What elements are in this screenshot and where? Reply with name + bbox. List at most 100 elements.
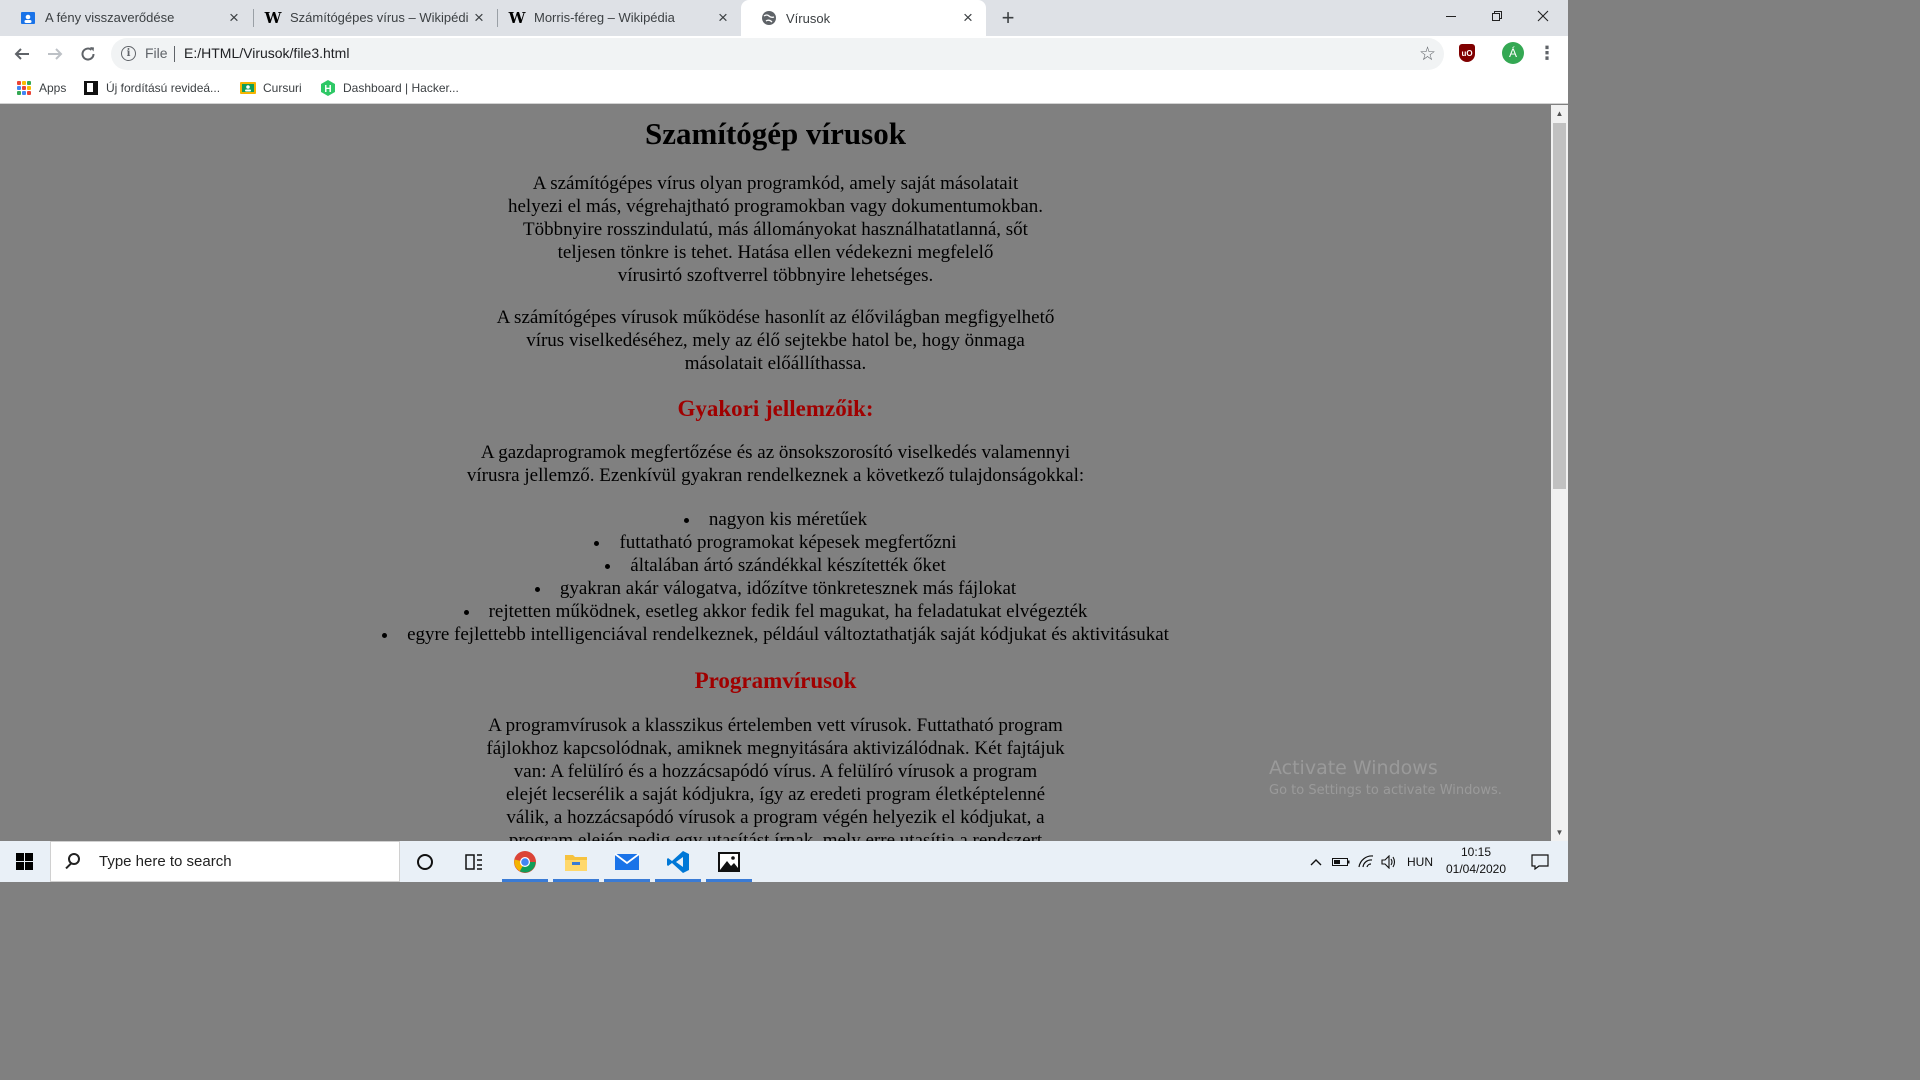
- classroom-icon: [240, 80, 256, 96]
- battery-icon: [1332, 857, 1350, 866]
- search-placeholder: Type here to search: [99, 853, 232, 870]
- activation-watermark: Activate Windows Go to Settings to activ…: [1269, 756, 1502, 802]
- close-tab-icon[interactable]: ×: [469, 8, 489, 28]
- jellemzok-paragraph: A gazdaprogramok megfertőzése és az önso…: [0, 441, 1551, 487]
- text-line: A számítógépes vírusok működése hasonlít…: [496, 307, 1055, 328]
- clock-date: 01/04/2020: [1445, 862, 1507, 876]
- close-tab-icon[interactable]: ×: [958, 8, 978, 28]
- analogy-paragraph: A számítógépes vírusok működése hasonlít…: [0, 306, 1551, 375]
- show-hidden-icons-button[interactable]: [1305, 841, 1327, 882]
- list-item: nagyon kis méretűek: [0, 508, 1551, 531]
- battery-tray-icon[interactable]: [1330, 841, 1352, 882]
- text-line: Többnyire rosszindulatú, más állományoka…: [523, 219, 1028, 240]
- back-button[interactable]: [7, 39, 37, 69]
- bookmark-label: Dashboard | Hacker...: [343, 81, 459, 95]
- address-scheme: File: [145, 45, 168, 61]
- bookmarks-bar: Apps Új fordítású revideá... Cursuri H D…: [0, 72, 1568, 104]
- bible-icon: [83, 80, 99, 96]
- chevron-up-icon: [1310, 858, 1322, 865]
- features-list: nagyon kis méretűek futtatható programok…: [0, 508, 1551, 646]
- reload-button[interactable]: [73, 39, 103, 69]
- forward-arrow-icon: [48, 48, 63, 60]
- close-window-button[interactable]: [1520, 0, 1566, 32]
- page-scrollbar[interactable]: ▲ ▼: [1551, 105, 1568, 841]
- menu-icon[interactable]: ⋮: [1537, 41, 1557, 65]
- profile-avatar[interactable]: Á: [1502, 42, 1524, 64]
- tab-morris-fereg[interactable]: W Morris-féreg – Wikipédia ×: [489, 0, 741, 35]
- speaker-icon: [1381, 854, 1396, 869]
- tab-virusok[interactable]: Vírusok ×: [741, 0, 986, 36]
- forward-button[interactable]: [40, 39, 70, 69]
- info-icon[interactable]: i: [121, 46, 136, 61]
- taskbar-search-box[interactable]: Type here to search: [50, 841, 400, 882]
- classroom-icon: [20, 10, 36, 26]
- tab-szamitogepes-virus[interactable]: W Számítógépes vírus – Wikipédia ×: [245, 0, 497, 35]
- list-item: futtatható programokat képesek megfertőz…: [0, 531, 1551, 554]
- address-url[interactable]: E:/HTML/Virusok/file3.html: [184, 45, 349, 61]
- list-item-text: futtatható programokat képesek megfertőz…: [619, 532, 957, 553]
- text-line: helyezi el más, végrehajtható programokb…: [507, 196, 1043, 217]
- bookmark-dashboard-hackerrank[interactable]: H Dashboard | Hacker...: [320, 78, 459, 98]
- close-tab-icon[interactable]: ×: [713, 8, 733, 28]
- text-line: vírus viselkedéséhez, mely az élő sejtek…: [526, 330, 1025, 351]
- text-line: A gazdaprogramok megfertőzése és az önso…: [480, 442, 1071, 463]
- network-tray-icon[interactable]: [1355, 841, 1377, 882]
- list-item-text: általában ártó szándékkal készítették ők…: [630, 555, 946, 576]
- tab-label: Vírusok: [786, 10, 831, 26]
- file-explorer-taskbar-button[interactable]: [551, 841, 601, 882]
- search-icon: [63, 852, 83, 872]
- scroll-down-arrow-icon[interactable]: ▼: [1551, 824, 1568, 841]
- bookmark-cursuri[interactable]: Cursuri: [240, 78, 302, 98]
- list-item: egyre fejlettebb intelligenciával rendel…: [0, 623, 1551, 646]
- task-view-icon: [465, 853, 482, 870]
- watermark-title: Activate Windows: [1269, 757, 1438, 779]
- list-item: gyakran akár válogatva, időzítve tönkret…: [0, 577, 1551, 600]
- intro-paragraph: A számítógépes vírus olyan programkód, a…: [0, 172, 1551, 287]
- text-line: teljesen tönkre is tehet. Hatása ellen v…: [557, 242, 994, 263]
- start-button[interactable]: [0, 841, 48, 882]
- list-item-text: gyakran akár válogatva, időzítve tönkret…: [559, 578, 1017, 599]
- address-separator: [174, 46, 175, 62]
- vscode-icon: [667, 850, 689, 873]
- photos-taskbar-button[interactable]: [704, 841, 754, 882]
- scroll-up-arrow-icon[interactable]: ▲: [1551, 105, 1568, 122]
- reload-icon: [81, 47, 95, 61]
- text-line: másolatait előállíthassa.: [684, 353, 867, 374]
- tab-feny[interactable]: A fény visszaverődése ×: [0, 0, 252, 35]
- text-line: program elején pedig egy utasítást írnak…: [508, 830, 1043, 841]
- restore-button[interactable]: [1474, 0, 1520, 32]
- wifi-icon: [1358, 854, 1374, 867]
- address-bar[interactable]: i File E:/HTML/Virusok/file3.html ☆: [111, 38, 1444, 70]
- taskbar-clock[interactable]: 10:15 01/04/2020: [1436, 844, 1516, 878]
- apps-grid-icon: [16, 80, 32, 96]
- language-indicator[interactable]: HUN: [1402, 841, 1438, 882]
- bookmark-revidealt[interactable]: Új fordítású revideá...: [83, 78, 220, 98]
- ublock-extension-icon[interactable]: uO: [1459, 44, 1475, 62]
- minimize-button[interactable]: [1428, 0, 1474, 32]
- section-heading-programvirusok: Programvírusok: [694, 668, 857, 693]
- bookmark-star-icon[interactable]: ☆: [1419, 43, 1436, 66]
- new-tab-button[interactable]: +: [995, 5, 1021, 31]
- task-view-button[interactable]: [449, 841, 499, 882]
- cortana-button[interactable]: [400, 841, 450, 882]
- wikipedia-icon: W: [508, 8, 526, 27]
- list-item: rejtetten működnek, esetleg akkor fedik …: [0, 600, 1551, 623]
- scroll-thumb[interactable]: [1553, 123, 1566, 489]
- bookmark-label: Új fordítású revideá...: [106, 81, 221, 95]
- chrome-taskbar-button[interactable]: [500, 841, 550, 882]
- tab-label: Számítógépes vírus – Wikipédia: [290, 10, 469, 25]
- bookmark-label: Cursuri: [263, 81, 302, 95]
- text-line: válik, a hozzácsapódó vírusok a program …: [506, 807, 1045, 828]
- bookmark-apps[interactable]: Apps: [16, 78, 66, 98]
- photos-icon: [718, 851, 740, 872]
- action-center-button[interactable]: [1520, 841, 1560, 882]
- restore-icon: [1492, 11, 1502, 21]
- mail-taskbar-button[interactable]: [602, 841, 652, 882]
- notification-icon: [1531, 853, 1549, 870]
- bookmark-label: Apps: [39, 81, 67, 95]
- page-title: Szamítógép vírusok: [645, 116, 906, 151]
- close-tab-icon[interactable]: ×: [224, 8, 244, 28]
- volume-tray-icon[interactable]: [1378, 841, 1400, 882]
- vscode-taskbar-button[interactable]: [653, 841, 703, 882]
- svg-text:H: H: [324, 84, 331, 95]
